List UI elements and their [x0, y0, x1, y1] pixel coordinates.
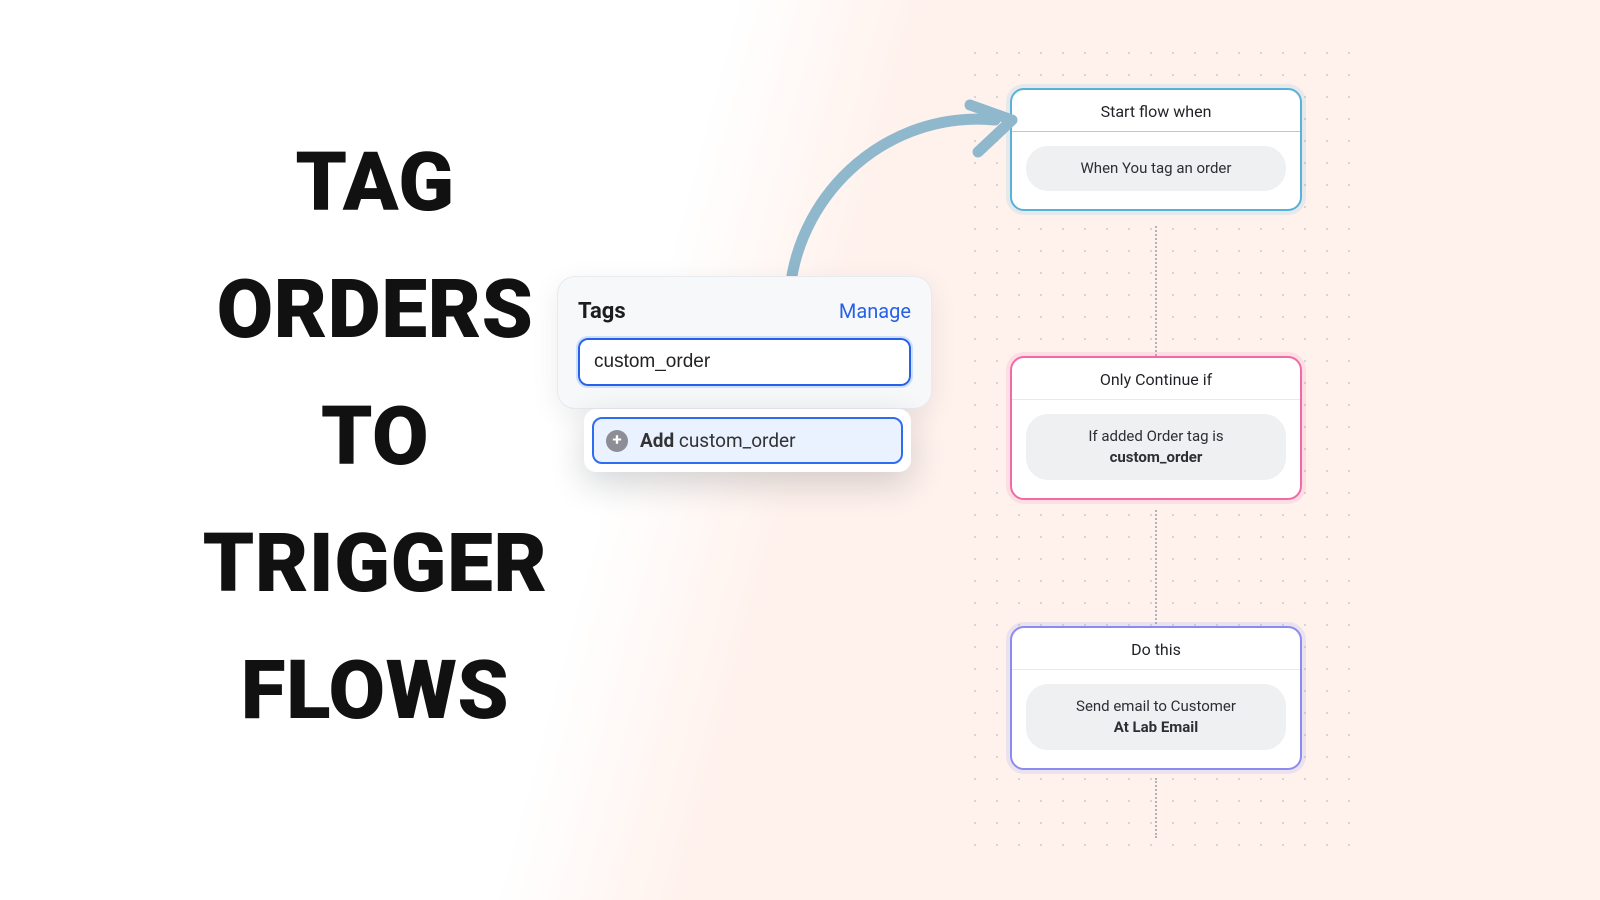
tags-panel: Tags Manage + Add custom_order [557, 276, 932, 409]
tag-input[interactable] [578, 338, 911, 386]
flow-node-trigger[interactable]: Start flow when When You tag an order [1010, 88, 1302, 211]
pill-line: When You tag an order [1081, 159, 1232, 177]
headline-text: TAG ORDERS TO TRIGGER FLOWS [175, 120, 575, 755]
tags-panel-header: Tags Manage [578, 299, 911, 324]
add-tag-option[interactable]: + Add custom_order [592, 417, 903, 464]
pill-bold: At Lab Email [1114, 718, 1198, 736]
pill-line: If added Order tag is [1088, 427, 1223, 445]
pill-bold: custom_order [1110, 448, 1203, 466]
node-body: When You tag an order [1012, 132, 1300, 209]
flow-connector [1155, 510, 1157, 624]
node-pill: If added Order tag is custom_order [1026, 414, 1286, 480]
node-pill: Send email to Customer At Lab Email [1026, 684, 1286, 750]
tag-suggestion-dropdown: + Add custom_order [584, 409, 911, 472]
node-header: Do this [1012, 628, 1300, 670]
flow-connector [1155, 226, 1157, 356]
flow-node-condition[interactable]: Only Continue if If added Order tag is c… [1010, 356, 1302, 500]
plus-circle-icon: + [606, 430, 628, 452]
pill-line: Send email to Customer [1076, 697, 1236, 715]
flow-connector [1155, 778, 1157, 838]
node-pill: When You tag an order [1026, 146, 1286, 191]
tags-title: Tags [578, 299, 626, 324]
node-header: Start flow when [1012, 90, 1300, 132]
arrow-icon [760, 80, 1040, 300]
add-value: custom_order [679, 429, 796, 452]
node-body: Send email to Customer At Lab Email [1012, 670, 1300, 768]
add-tag-label: Add custom_order [640, 429, 796, 452]
flow-node-action[interactable]: Do this Send email to Customer At Lab Em… [1010, 626, 1302, 770]
node-body: If added Order tag is custom_order [1012, 400, 1300, 498]
add-prefix: Add [640, 429, 674, 452]
node-header: Only Continue if [1012, 358, 1300, 400]
manage-link[interactable]: Manage [839, 299, 911, 323]
